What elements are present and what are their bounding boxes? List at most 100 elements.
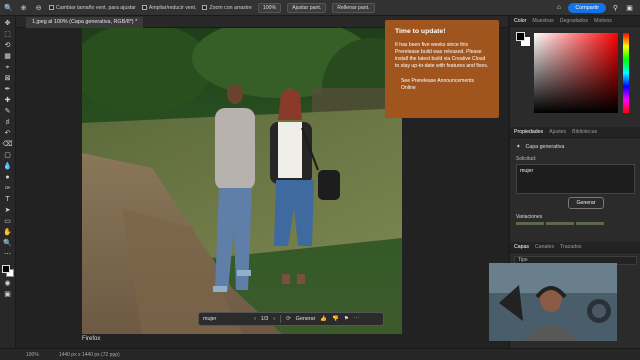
variation-thumbnails bbox=[510, 222, 640, 225]
options-bar: 🔍 ⊕ ⊖ Cambiar tamaño vent. para ajustar … bbox=[0, 0, 640, 16]
checkbox-box bbox=[202, 5, 208, 10]
zoom-100-button[interactable]: 100% bbox=[257, 2, 282, 13]
photo-caption: Firefox bbox=[82, 336, 101, 342]
zoom-all-label: Ampliar/reducir vent. bbox=[148, 4, 197, 11]
scrubby-zoom-label: Zoom con arrastre bbox=[209, 4, 252, 11]
variation-counter: 1/3 bbox=[260, 316, 269, 322]
screen-mode-icon[interactable]: ▣ bbox=[2, 290, 13, 299]
contextual-taskbar: mujer ‹ 1/3 › ⟳ Generar 👍 👎 ⚑ ⋯ bbox=[198, 312, 384, 326]
status-doc-info[interactable]: 1440 px x 1440 px (72 ppp) bbox=[59, 352, 120, 358]
thumbs-up-icon[interactable]: 👍 bbox=[320, 316, 327, 322]
share-button[interactable]: Compartir bbox=[568, 2, 606, 13]
frame-tool-icon[interactable]: ⊠ bbox=[2, 74, 13, 83]
history-brush-icon[interactable]: ↶ bbox=[2, 129, 13, 138]
hue-slider[interactable] bbox=[623, 33, 629, 113]
tab-layers[interactable]: Capas bbox=[514, 244, 529, 250]
color-panel-tabs: Color Muestras Degradados Motivos bbox=[510, 16, 640, 27]
thumbs-down-icon[interactable]: 👎 bbox=[332, 316, 339, 322]
webcam-illustration bbox=[489, 263, 617, 341]
variation-thumbnail[interactable] bbox=[546, 222, 574, 225]
fill-screen-button[interactable]: Rellenar pant. bbox=[332, 2, 375, 13]
resize-windows-checkbox[interactable]: Cambiar tamaño vent. para ajustar bbox=[49, 5, 136, 11]
tab-patterns[interactable]: Motivos bbox=[594, 18, 612, 24]
layer-type-label: Capa generativa bbox=[525, 144, 565, 150]
prompt-textarea[interactable]: mujer bbox=[516, 164, 635, 194]
stamp-tool-icon[interactable]: ♯ bbox=[2, 118, 13, 127]
quick-mask-icon[interactable]: ◉ bbox=[2, 279, 13, 288]
flag-icon[interactable]: ⚑ bbox=[344, 316, 349, 322]
previous-variation-icon[interactable]: ‹ bbox=[254, 316, 256, 322]
foreground-color-swatch[interactable] bbox=[1, 265, 10, 273]
properties-generate-button[interactable]: Generar bbox=[568, 197, 604, 209]
crop-tool-icon[interactable]: ⌖ bbox=[2, 63, 13, 72]
zoom-tool-icon[interactable]: 🔍 bbox=[2, 239, 13, 248]
layers-panel-tabs: Capas Canales Trazados bbox=[510, 242, 640, 253]
notification-title: Time to update! bbox=[395, 28, 446, 35]
variation-thumbnail[interactable] bbox=[516, 222, 544, 225]
tab-gradients[interactable]: Degradados bbox=[560, 18, 588, 24]
marquee-tool-icon[interactable]: ⬚ bbox=[2, 30, 13, 39]
tab-libraries[interactable]: Bibliotecas bbox=[572, 129, 597, 135]
checkbox-box bbox=[141, 5, 147, 10]
notification-body: It has been five weeks since this Prerel… bbox=[395, 42, 489, 69]
properties-panel: Propiedades Ajustes Bibliotecas ✦ Capa g… bbox=[510, 127, 640, 225]
next-variation-icon[interactable]: › bbox=[273, 316, 275, 322]
home-icon[interactable]: ⌂ bbox=[554, 3, 563, 12]
zoom-all-checkbox[interactable]: Ampliar/reducir vent. bbox=[141, 4, 197, 11]
dodge-tool-icon[interactable]: ● bbox=[2, 173, 13, 182]
prompt-label: Solicitud: bbox=[516, 156, 537, 162]
zoom-in-icon[interactable]: ⊕ bbox=[19, 3, 28, 12]
checkbox-box bbox=[49, 5, 54, 10]
scrubby-zoom-checkbox[interactable]: Zoom con arrastre bbox=[202, 4, 252, 11]
generative-layer-icon: ✦ bbox=[516, 144, 521, 150]
layer-type-row: ✦ Capa generativa bbox=[510, 138, 640, 154]
variation-thumbnail[interactable] bbox=[576, 222, 604, 225]
workspace-icon[interactable]: ▣ bbox=[625, 3, 634, 12]
fit-screen-button[interactable]: Ajustar pant. bbox=[287, 2, 327, 13]
gradient-tool-icon[interactable]: ▢ bbox=[2, 151, 13, 160]
healing-brush-icon[interactable]: ✚ bbox=[2, 96, 13, 105]
tab-swatches[interactable]: Muestras bbox=[532, 18, 553, 24]
update-notification: Time to update! It has been five weeks s… bbox=[385, 20, 499, 118]
prerelease-announcements-link[interactable]: See Prerelease Announcements Online bbox=[401, 78, 489, 92]
shape-tool-icon[interactable]: ▭ bbox=[2, 217, 13, 226]
blur-tool-icon[interactable]: 💧 bbox=[2, 162, 13, 171]
object-select-tool-icon[interactable]: ▦ bbox=[2, 52, 13, 61]
color-picker-field[interactable] bbox=[534, 33, 618, 113]
search-icon[interactable]: ⚲ bbox=[611, 3, 620, 12]
generative-prompt-input[interactable]: mujer bbox=[203, 316, 249, 322]
move-tool-icon[interactable]: ✥ bbox=[2, 19, 13, 28]
more-tools-icon[interactable]: ⋯ bbox=[2, 250, 13, 259]
status-bar: 100% 1440 px x 1440 px (72 ppp) bbox=[0, 348, 640, 360]
generate-button[interactable]: Generar bbox=[296, 316, 316, 322]
type-tool-icon[interactable]: T bbox=[2, 195, 13, 204]
eraser-tool-icon[interactable]: ⌫ bbox=[2, 140, 13, 149]
status-zoom[interactable]: 100% bbox=[26, 352, 39, 358]
photo-illustration bbox=[82, 28, 402, 334]
variations-label[interactable]: Variaciones bbox=[510, 209, 640, 222]
document-photo[interactable] bbox=[82, 28, 402, 334]
foreground-color-swatch[interactable] bbox=[516, 32, 525, 41]
zoom-tool-icon[interactable]: 🔍 bbox=[4, 3, 13, 12]
zoom-out-icon[interactable]: ⊖ bbox=[34, 3, 43, 12]
options-bar-right: ⌂ Compartir ⚲ ▣ bbox=[554, 2, 640, 13]
path-select-tool-icon[interactable]: ➤ bbox=[2, 206, 13, 215]
resize-windows-label: Cambiar tamaño vent. para ajustar bbox=[56, 4, 136, 11]
lasso-tool-icon[interactable]: ⟲ bbox=[2, 41, 13, 50]
tab-color[interactable]: Color bbox=[514, 18, 526, 24]
pen-tool-icon[interactable]: ✑ bbox=[2, 184, 13, 193]
color-panel-swatches[interactable] bbox=[516, 32, 530, 46]
generate-icon: ⟳ bbox=[286, 316, 291, 322]
document-tab[interactable]: 1.jpeg al 100% (Capa generativa, RGB/8*)… bbox=[26, 17, 144, 28]
webcam-overlay bbox=[489, 263, 617, 341]
tab-paths[interactable]: Trazados bbox=[560, 244, 581, 250]
brush-tool-icon[interactable]: ✎ bbox=[2, 107, 13, 116]
hand-tool-icon[interactable]: ✋ bbox=[2, 228, 13, 237]
more-options-icon[interactable]: ⋯ bbox=[354, 316, 359, 322]
tab-channels[interactable]: Canales bbox=[535, 244, 554, 250]
color-swatches[interactable] bbox=[1, 265, 14, 277]
tab-adjustments[interactable]: Ajustes bbox=[549, 129, 566, 135]
photoshop-window: 🔍 ⊕ ⊖ Cambiar tamaño vent. para ajustar … bbox=[0, 0, 640, 360]
eyedropper-tool-icon[interactable]: ✒ bbox=[2, 85, 13, 94]
tab-properties[interactable]: Propiedades bbox=[514, 129, 543, 135]
